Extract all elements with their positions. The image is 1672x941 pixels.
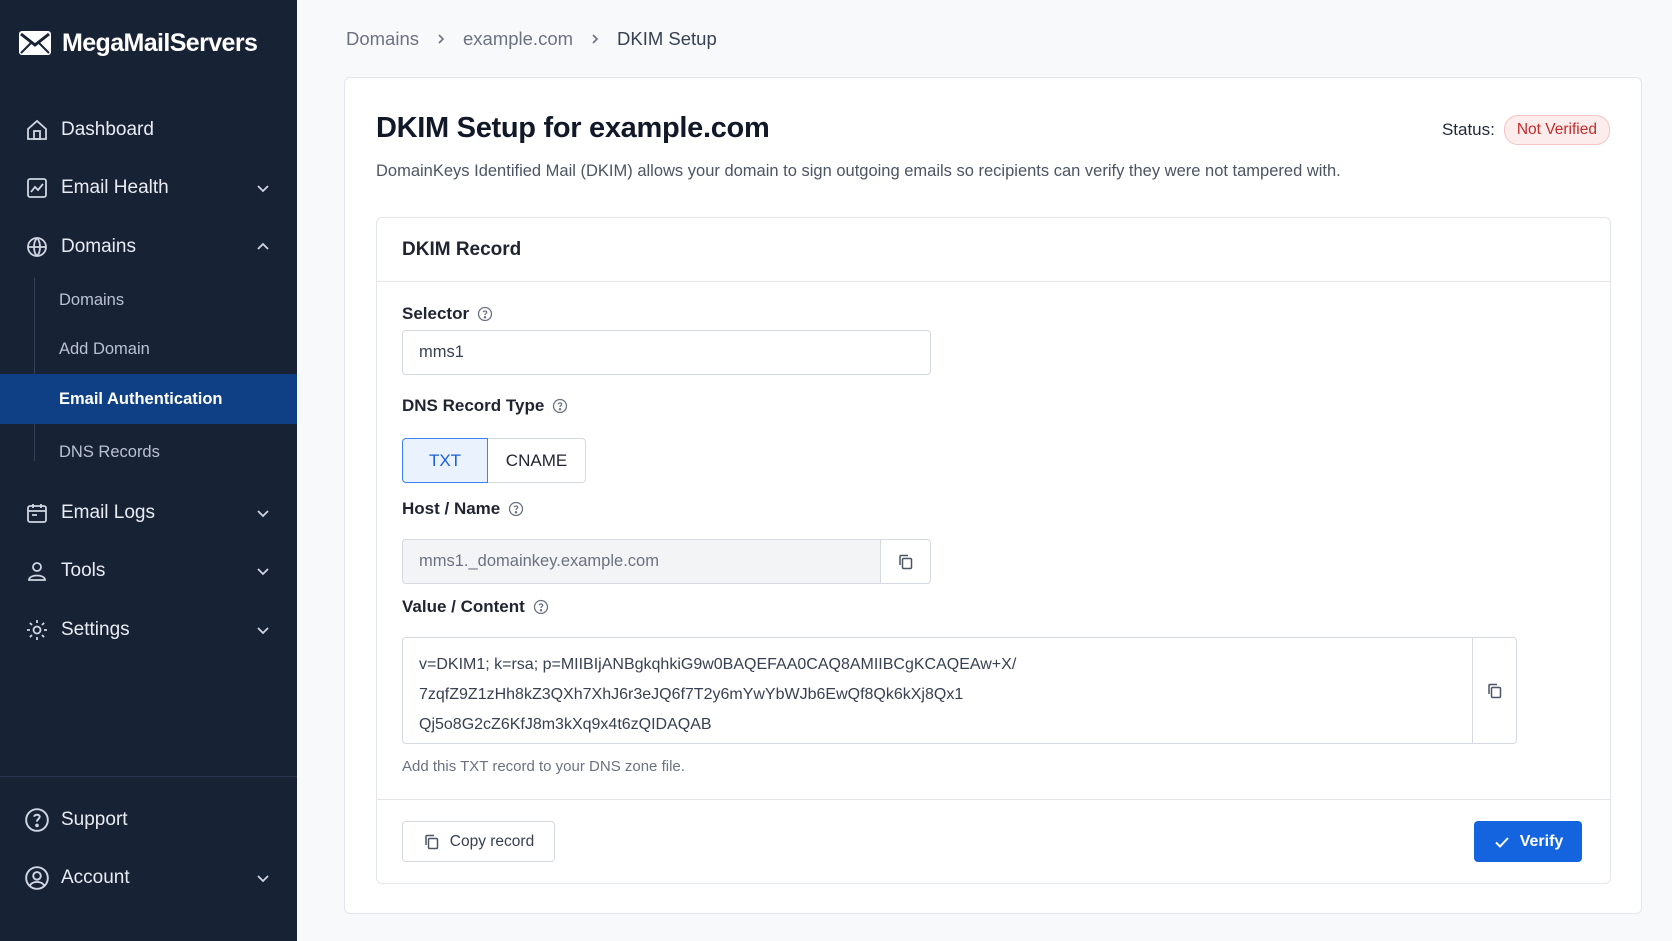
- help-icon[interactable]: [508, 501, 524, 517]
- copy-record-button[interactable]: Copy record: [402, 821, 555, 862]
- host-value[interactable]: mms1._domainkey.example.com: [403, 540, 880, 583]
- user-icon: [24, 558, 50, 584]
- selector-label: Selector: [402, 304, 493, 324]
- brand[interactable]: MegaMailServers: [18, 28, 258, 58]
- chevron-right-icon: [592, 34, 599, 44]
- sidebar-subitem-domains[interactable]: Domains: [0, 275, 297, 325]
- sidebar-item-label: Dashboard: [61, 119, 154, 140]
- copy-host-button[interactable]: [880, 540, 930, 583]
- help-icon[interactable]: [533, 599, 549, 615]
- value-line: Qj5o8G2cZ6KfJ8m3kXq9x4t6zQIDAQAB: [419, 716, 712, 733]
- copy-record-label: Copy record: [449, 832, 535, 850]
- mail-logo-icon: [19, 31, 51, 55]
- status-label: Status:: [1441, 120, 1495, 139]
- sidebar-item-label: Account: [61, 867, 130, 888]
- status-badge: Not Verified: [1503, 115, 1610, 145]
- dkim-setup-card: DKIM Setup for example.com Status: Not V…: [344, 77, 1642, 914]
- breadcrumb-item-current: DKIM Setup: [617, 28, 717, 49]
- help-circle-icon: [24, 807, 50, 833]
- host-field: mms1._domainkey.example.com: [402, 539, 931, 584]
- sidebar-item-label: Settings: [61, 619, 130, 640]
- verify-button[interactable]: Verify: [1474, 821, 1582, 862]
- page-title: DKIM Setup for example.com: [376, 112, 770, 144]
- chevron-up-icon: [257, 242, 269, 250]
- value-label-text: Value / Content: [402, 597, 525, 616]
- sidebar-item-account[interactable]: Account: [0, 855, 297, 901]
- sidebar-item-label: Support: [61, 809, 128, 830]
- chevron-down-icon: [257, 568, 269, 576]
- value-field: v=DKIM1; k=rsa; p=MIIBIjANBgkqhkiG9w0BAQ…: [402, 637, 1517, 744]
- record-type-txt-button[interactable]: TXT: [402, 438, 488, 483]
- copy-value-button[interactable]: [1472, 638, 1516, 743]
- value-content[interactable]: v=DKIM1; k=rsa; p=MIIBIjANBgkqhkiG9w0BAQ…: [403, 638, 1472, 743]
- chevron-down-icon: [257, 510, 269, 518]
- sidebar-subitem-dns-records[interactable]: DNS Records: [0, 427, 297, 477]
- chevron-down-icon: [257, 185, 269, 193]
- verify-label: Verify: [1519, 832, 1564, 850]
- sidebar-item-settings[interactable]: Settings: [0, 607, 297, 653]
- status: Status: Not Verified: [1442, 115, 1610, 145]
- sidebar-item-support[interactable]: Support: [0, 797, 297, 843]
- brand-name: MegaMailServers: [62, 28, 258, 57]
- sidebar: MegaMailServers Dashboard Email Health D…: [0, 0, 297, 941]
- page-description: DomainKeys Identified Mail (DKIM) allows…: [376, 162, 1341, 180]
- copy-icon: [1487, 683, 1501, 698]
- sidebar-item-dashboard[interactable]: Dashboard: [0, 107, 297, 153]
- sidebar-subitem-email-authentication[interactable]: Email Authentication: [0, 374, 297, 424]
- chart-icon: [24, 175, 50, 201]
- help-icon[interactable]: [552, 398, 568, 414]
- host-label-text: Host / Name: [402, 499, 501, 518]
- value-line: 7zqfZ9Z1zHh8kZ3QXh7XhJ6r3eJQ6f7T2y6mYwYb…: [419, 686, 964, 703]
- chevron-down-icon: [257, 627, 269, 635]
- account-icon: [24, 865, 50, 891]
- breadcrumb-item-domain[interactable]: example.com: [463, 28, 573, 50]
- sidebar-item-label: Email Health: [61, 177, 169, 198]
- record-type-cname-button[interactable]: CNAME: [488, 438, 586, 483]
- home-icon: [24, 117, 50, 143]
- selector-input[interactable]: [402, 330, 931, 375]
- sidebar-subitem-add-domain[interactable]: Add Domain: [0, 324, 297, 374]
- help-icon[interactable]: [477, 306, 493, 322]
- value-label: Value / Content: [402, 597, 549, 617]
- chevron-down-icon: [257, 875, 269, 883]
- copy-icon: [425, 834, 439, 849]
- sidebar-item-email-health[interactable]: Email Health: [0, 165, 297, 211]
- globe-icon: [24, 234, 50, 260]
- sidebar-item-label: Email Logs: [61, 502, 155, 523]
- panel-heading: DKIM Record: [377, 218, 1610, 282]
- sidebar-item-tools[interactable]: Tools: [0, 548, 297, 594]
- check-icon: [1494, 836, 1509, 848]
- record-type-label: DNS Record Type: [402, 396, 568, 416]
- record-type-toggle: TXT CNAME: [402, 438, 586, 483]
- sidebar-item-label: Tools: [61, 560, 106, 581]
- value-line: v=DKIM1; k=rsa; p=MIIBIjANBgkqhkiG9w0BAQ…: [419, 656, 1017, 673]
- sidebar-item-label: Domains: [61, 236, 136, 257]
- dkim-record-panel: DKIM Record Selector DNS Record Type TXT…: [376, 217, 1611, 884]
- sidebar-item-email-logs[interactable]: Email Logs: [0, 490, 297, 536]
- panel-footer: Copy record Verify: [377, 799, 1610, 884]
- value-helper-text: Add this TXT record to your DNS zone fil…: [402, 758, 685, 775]
- sidebar-divider: [0, 776, 297, 777]
- breadcrumb: Domains example.com DKIM Setup: [346, 28, 717, 50]
- breadcrumb-item-domains[interactable]: Domains: [346, 28, 419, 50]
- gear-icon: [24, 617, 50, 643]
- logs-icon: [24, 500, 50, 526]
- record-type-label-text: DNS Record Type: [402, 396, 545, 415]
- chevron-right-icon: [438, 34, 445, 44]
- sidebar-item-domains[interactable]: Domains: [0, 224, 297, 270]
- copy-icon: [898, 554, 912, 569]
- selector-label-text: Selector: [402, 304, 470, 323]
- host-label: Host / Name: [402, 499, 524, 519]
